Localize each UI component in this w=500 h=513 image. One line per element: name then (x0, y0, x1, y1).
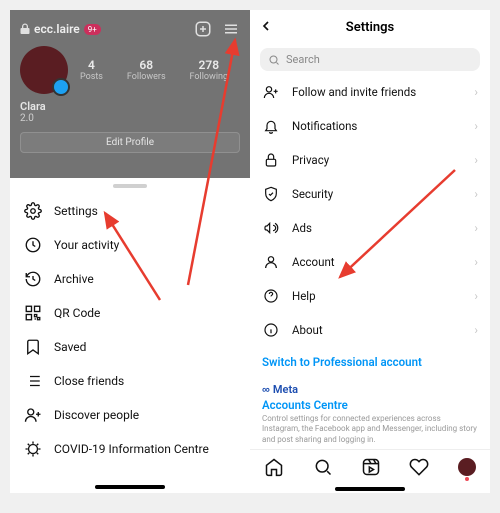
accounts-centre-desc: Control settings for connected experienc… (262, 414, 478, 445)
chevron-right-icon: › (474, 255, 478, 269)
shield-icon (262, 185, 280, 203)
stat-followers[interactable]: 68 Followers (127, 58, 166, 82)
sheet-item-activity[interactable]: Your activity (10, 228, 250, 262)
megaphone-icon (262, 219, 280, 237)
settings-item-ads[interactable]: Ads › (250, 211, 490, 245)
row-label: About (292, 323, 323, 337)
search-icon (268, 54, 280, 66)
row-label: Notifications (292, 119, 357, 133)
meta-logo: ∞ Meta (262, 383, 478, 396)
stat-posts[interactable]: 4 Posts (80, 58, 103, 82)
back-chevron-icon[interactable] (258, 18, 274, 34)
sheet-item-close-friends[interactable]: Close friends (10, 364, 250, 398)
settings-item-about[interactable]: About › (250, 313, 490, 347)
search-input[interactable]: Search (260, 48, 480, 71)
row-label: Ads (292, 221, 312, 235)
row-label: Help (292, 289, 316, 303)
settings-item-security[interactable]: Security › (250, 177, 490, 211)
chevron-right-icon: › (474, 323, 478, 337)
bell-icon (262, 117, 280, 135)
qr-icon (24, 304, 42, 322)
menu-label: Archive (54, 272, 94, 286)
row-label: Privacy (292, 153, 329, 167)
stat-following[interactable]: 278 Following (190, 58, 229, 82)
tab-bar (250, 449, 490, 483)
avatar[interactable] (20, 46, 68, 94)
reels-tab-icon[interactable] (361, 457, 381, 477)
chevron-right-icon: › (474, 221, 478, 235)
sheet-item-settings[interactable]: Settings (10, 194, 250, 228)
info-icon (262, 321, 280, 339)
menu-label: Your activity (54, 238, 119, 252)
covid-icon (24, 440, 42, 458)
menu-label: Discover people (54, 408, 139, 422)
profile-tab-avatar[interactable] (458, 458, 476, 476)
accounts-centre-link[interactable]: Accounts Centre (262, 398, 478, 412)
menu-label: QR Code (54, 306, 100, 320)
username-label[interactable]: ecc.laire (34, 22, 80, 36)
settings-item-invite[interactable]: Follow and invite friends › (250, 75, 490, 109)
history-icon (24, 270, 42, 288)
switch-professional-link[interactable]: Switch to Professional account (250, 347, 490, 377)
hamburger-menu-icon[interactable] (222, 20, 240, 38)
menu-label: COVID-19 Information Centre (54, 442, 209, 456)
home-tab-icon[interactable] (264, 457, 284, 477)
lock-icon (262, 151, 280, 169)
invite-icon (262, 83, 280, 101)
notification-badge: 9+ (84, 24, 101, 35)
sheet-handle[interactable] (113, 184, 147, 188)
sheet-item-saved[interactable]: Saved (10, 330, 250, 364)
sheet-item-qr[interactable]: QR Code (10, 296, 250, 330)
sheet-item-covid[interactable]: COVID-19 Information Centre (10, 432, 250, 466)
sheet-item-discover[interactable]: Discover people (10, 398, 250, 432)
settings-screen: Settings Search Follow and invite friend… (250, 10, 490, 493)
chevron-right-icon: › (474, 289, 478, 303)
settings-item-account[interactable]: Account › (250, 245, 490, 279)
row-label: Security (292, 187, 333, 201)
menu-label: Saved (54, 340, 86, 354)
settings-item-help[interactable]: Help › (250, 279, 490, 313)
activity-tab-icon[interactable] (409, 457, 429, 477)
row-label: Account (292, 255, 335, 269)
display-name: Clara (10, 94, 250, 113)
chevron-right-icon: › (474, 153, 478, 167)
chevron-right-icon: › (474, 187, 478, 201)
bookmark-icon (24, 338, 42, 356)
home-indicator (95, 485, 165, 489)
bio-line: 2.0 (10, 113, 250, 124)
user-icon (262, 253, 280, 271)
edit-profile-button[interactable]: Edit Profile (20, 132, 240, 153)
profile-header-dimmed: ecc.laire 9+ 4 Posts 68 (10, 10, 250, 178)
home-indicator (335, 487, 405, 491)
row-label: Follow and invite friends (292, 85, 416, 99)
help-icon (262, 287, 280, 305)
add-user-icon (24, 406, 42, 424)
page-title: Settings (346, 20, 394, 35)
search-tab-icon[interactable] (313, 457, 333, 477)
menu-label: Settings (54, 204, 98, 218)
chevron-right-icon: › (474, 85, 478, 99)
settings-header: Settings (250, 10, 490, 44)
meta-accounts-block: ∞ Meta Accounts Centre Control settings … (250, 377, 490, 447)
chevron-right-icon: › (474, 119, 478, 133)
lock-icon (20, 23, 30, 35)
clock-activity-icon (24, 236, 42, 254)
settings-item-privacy[interactable]: Privacy › (250, 143, 490, 177)
list-star-icon (24, 372, 42, 390)
menu-label: Close friends (54, 374, 124, 388)
profile-screen: ecc.laire 9+ 4 Posts 68 (10, 10, 250, 493)
search-placeholder: Search (286, 53, 320, 66)
gear-icon (24, 202, 42, 220)
sheet-item-archive[interactable]: Archive (10, 262, 250, 296)
bottom-sheet-menu: Settings Your activity Archive QR Code S… (10, 178, 250, 493)
new-post-icon[interactable] (194, 20, 212, 38)
settings-item-notifications[interactable]: Notifications › (250, 109, 490, 143)
